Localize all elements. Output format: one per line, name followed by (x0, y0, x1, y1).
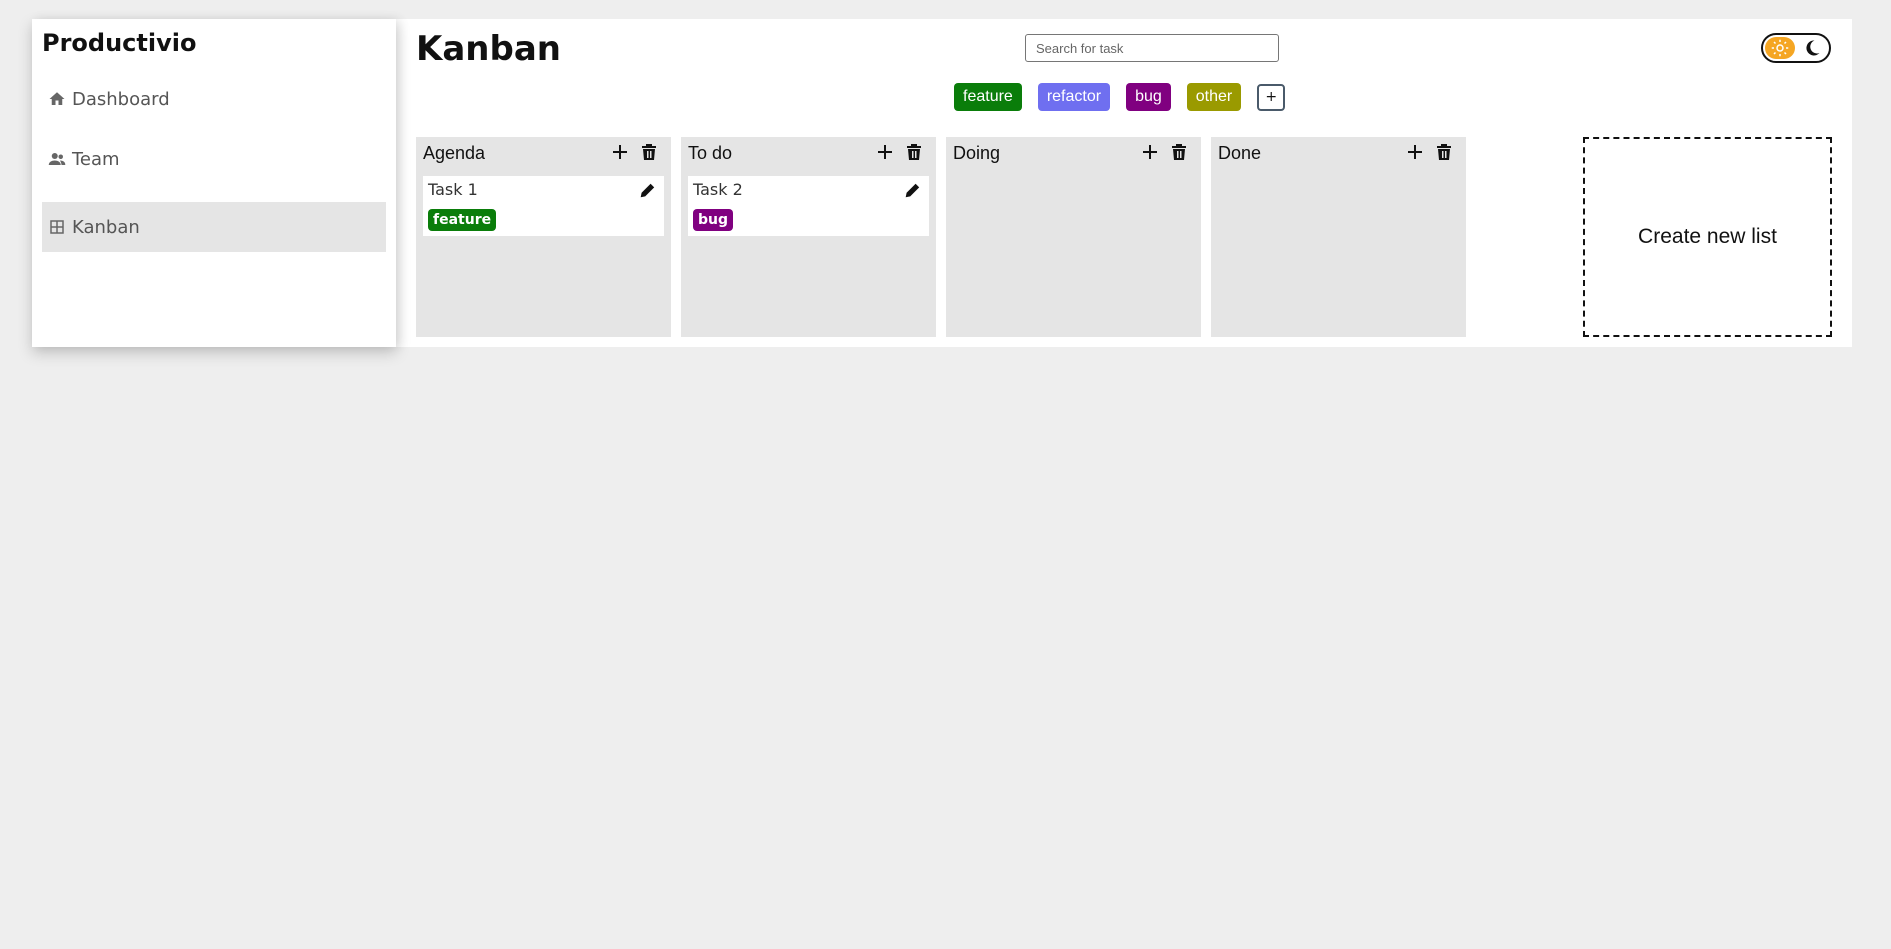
list-agenda: Agenda Task 1 feature (416, 137, 671, 337)
sun-icon (1765, 37, 1795, 59)
table-icon (47, 217, 67, 237)
list-doing: Doing (946, 137, 1201, 337)
trash-icon[interactable] (639, 142, 659, 162)
list-title: To do (688, 143, 733, 163)
sidebar-item-team[interactable]: Team (42, 134, 386, 184)
list-title: Done (1218, 143, 1262, 163)
sidebar-item-dashboard[interactable]: Dashboard (42, 74, 386, 124)
tag-filter-other[interactable]: other (1186, 83, 1242, 111)
add-card-icon[interactable] (1140, 142, 1160, 162)
task-tag: feature (428, 209, 497, 231)
list-title: Agenda (423, 143, 486, 163)
task-card[interactable]: Task 1 feature (423, 176, 664, 236)
sidebar-item-label: Team (72, 148, 120, 170)
trash-icon[interactable] (1434, 142, 1454, 162)
users-icon (47, 149, 67, 169)
pencil-icon[interactable] (638, 182, 656, 200)
task-tag: bug (693, 209, 734, 231)
add-tag-button[interactable]: + (1257, 83, 1286, 111)
tag-filter-refactor[interactable]: refactor (1037, 83, 1111, 111)
task-card[interactable]: Task 2 bug (688, 176, 929, 236)
tag-filter-bar: feature refactor bug other + (954, 83, 1286, 111)
sidebar-item-kanban[interactable]: Kanban (42, 202, 386, 252)
list-todo: To do Task 2 bug (681, 137, 936, 337)
add-card-icon[interactable] (1405, 142, 1425, 162)
list-title: Doing (953, 143, 1001, 163)
trash-icon[interactable] (1169, 142, 1189, 162)
add-card-icon[interactable] (610, 142, 630, 162)
trash-icon[interactable] (904, 142, 924, 162)
sidebar-item-label: Dashboard (72, 88, 170, 110)
task-title: Task 2 (693, 180, 743, 199)
task-title: Task 1 (428, 180, 478, 199)
brand-logo: Productivio (42, 29, 197, 57)
tag-filter-feature[interactable]: feature (954, 83, 1022, 111)
create-list-button[interactable]: Create new list (1583, 137, 1832, 337)
sidebar-item-label: Kanban (72, 216, 140, 238)
pencil-icon[interactable] (903, 182, 921, 200)
tag-filter-bug[interactable]: bug (1126, 83, 1171, 111)
search-input[interactable] (1025, 34, 1279, 62)
add-card-icon[interactable] (875, 142, 895, 162)
app-container: Productivio Dashboard Team Kanban Kanban (32, 19, 1852, 347)
theme-toggle[interactable] (1761, 33, 1831, 63)
home-icon (47, 89, 67, 109)
moon-icon (1806, 40, 1820, 56)
sidebar: Productivio Dashboard Team Kanban (32, 19, 396, 347)
page-title: Kanban (416, 29, 561, 69)
list-done: Done (1211, 137, 1466, 337)
